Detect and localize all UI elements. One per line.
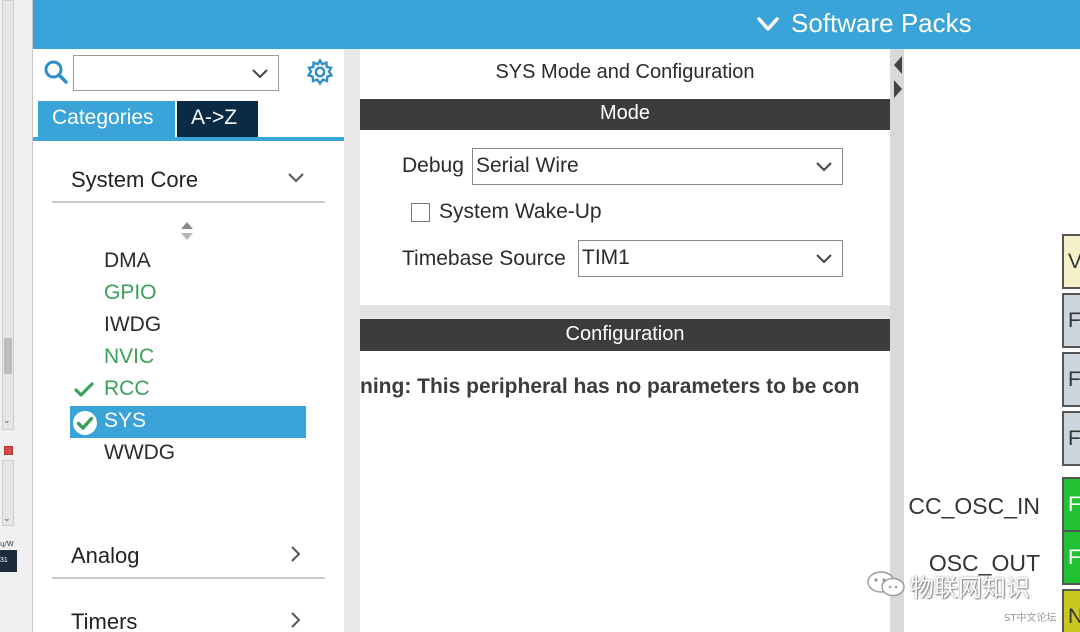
list-item-sys[interactable]: SYS — [70, 406, 306, 438]
list-item-label: IWDG — [104, 313, 162, 336]
list-item-label: RCC — [104, 377, 150, 400]
warning-message: ning: This peripheral has no parameters … — [360, 375, 860, 398]
category-timers[interactable]: Timers — [52, 609, 325, 632]
system-wakeup-checkbox[interactable] — [411, 203, 430, 222]
debug-select-value: Serial Wire — [476, 154, 579, 177]
section-separator — [360, 305, 890, 319]
chevron-right-icon — [291, 612, 301, 628]
pin-text: F — [1068, 493, 1080, 516]
panel-divider — [344, 49, 360, 632]
timebase-source-label: Timebase Source — [402, 247, 566, 270]
chevron-down-icon — [816, 254, 832, 264]
chip-pin[interactable]: N — [1062, 589, 1080, 632]
mode-section-header: Mode — [360, 99, 890, 130]
peripheral-list: DMA GPIO IWDG NVIC RCC SYS WWDG — [70, 246, 306, 470]
list-item-gpio[interactable]: GPIO — [70, 278, 306, 310]
search-input[interactable] — [73, 55, 279, 91]
collapse-left-icon[interactable] — [893, 55, 903, 75]
chip-pin[interactable]: V — [1062, 234, 1080, 289]
chevron-down-icon[interactable] — [250, 65, 270, 83]
debug-select[interactable]: Serial Wire — [472, 148, 843, 185]
pin-text: N — [1068, 605, 1080, 628]
configuration-section-header: Configuration — [360, 319, 890, 351]
category-panel: Categories A->Z System Core DMA GPIO IWD… — [33, 49, 346, 632]
category-analog[interactable]: Analog — [52, 543, 325, 579]
category-label: System Core — [71, 167, 199, 192]
chevron-down-icon — [288, 173, 304, 183]
sort-icon[interactable] — [179, 220, 195, 242]
pin-text: F — [1068, 368, 1080, 391]
tab-underline — [33, 137, 346, 141]
panel-splitter[interactable] — [890, 49, 904, 632]
pin-text: V — [1068, 250, 1080, 273]
timebase-select-value: TIM1 — [582, 246, 630, 269]
timebase-source-select[interactable]: TIM1 — [578, 240, 843, 277]
chip-pin[interactable]: F — [1062, 477, 1080, 532]
scrollbar-thumb[interactable] — [4, 338, 12, 374]
wechat-logo-icon — [867, 571, 905, 597]
watermark-small-text: ST中文论坛 — [1004, 613, 1057, 624]
scroll-down-arrow-icon[interactable]: ⌄ — [3, 415, 11, 426]
chip-pin[interactable]: F — [1062, 411, 1080, 466]
expand-right-icon[interactable] — [893, 79, 903, 99]
software-packs-label: Software Packs — [791, 8, 972, 38]
category-label: Timers — [71, 609, 138, 632]
background-window-strip: ⌄ ⌄ ɥ/W 31 — [0, 0, 33, 632]
list-item-label: GPIO — [104, 281, 157, 304]
chevron-down-icon — [757, 16, 779, 31]
list-item-dma[interactable]: DMA — [70, 246, 306, 278]
check-icon — [74, 382, 94, 397]
search-icon[interactable] — [43, 59, 69, 85]
watermark-text: 物联网知识 — [910, 574, 1030, 602]
pin-text: F — [1068, 546, 1080, 569]
gear-icon[interactable] — [306, 58, 334, 86]
list-item-label: NVIC — [104, 345, 155, 368]
list-item-label: SYS — [104, 409, 147, 432]
pin-text: F — [1068, 427, 1080, 450]
config-panel: SYS Mode and Configuration Mode Debug Se… — [360, 49, 890, 632]
strip-dark-badge: 31 — [0, 550, 17, 572]
scroll-down-arrow-icon[interactable]: ⌄ — [3, 513, 11, 524]
chevron-right-icon — [291, 546, 301, 562]
list-item-label: DMA — [104, 249, 151, 272]
close-icon[interactable] — [4, 446, 13, 455]
software-packs-menu[interactable]: Software Packs — [755, 8, 972, 39]
chip-pin[interactable]: F — [1062, 530, 1080, 585]
pin-text: F — [1068, 309, 1080, 332]
chip-pinout-view: V F F F F F N CC_OSC_IN OSC_OUT — [904, 49, 1080, 632]
debug-label: Debug — [402, 154, 464, 177]
strip-badge-label: 31 — [0, 557, 8, 564]
list-item-rcc[interactable]: RCC — [70, 374, 306, 406]
strip-label: ɥ/W — [0, 540, 14, 548]
list-item-label: WWDG — [104, 441, 176, 464]
pin-label-osc-in: CC_OSC_IN — [908, 493, 1040, 519]
chip-pin[interactable]: F — [1062, 352, 1080, 407]
category-label: Analog — [71, 543, 140, 568]
page-title: SYS Mode and Configuration — [495, 61, 755, 83]
list-item-iwdg[interactable]: IWDG — [70, 310, 306, 342]
chip-pin[interactable]: F — [1062, 293, 1080, 348]
chevron-down-icon — [816, 162, 832, 172]
tab-categories[interactable]: Categories — [38, 101, 175, 137]
check-circle-icon — [73, 411, 97, 435]
category-system-core[interactable]: System Core — [52, 167, 325, 203]
list-item-wwdg[interactable]: WWDG — [70, 438, 306, 470]
tab-a-to-z[interactable]: A->Z — [177, 101, 258, 137]
system-wakeup-label: System Wake-Up — [439, 200, 602, 223]
top-bar: Software Packs — [33, 0, 1080, 49]
list-item-nvic[interactable]: NVIC — [70, 342, 306, 374]
